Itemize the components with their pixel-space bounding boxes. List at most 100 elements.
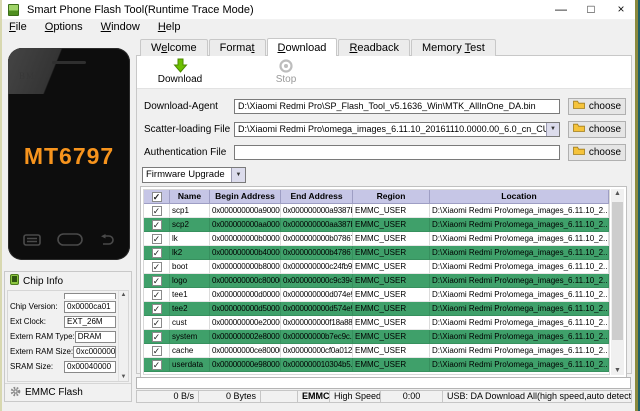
chip-field-label: SRAM Size: — [10, 362, 54, 371]
chip-info-scrollbar[interactable]: ▲ ▼ — [118, 291, 128, 381]
location-cell: D:\Xiaomi Redmi Pro\omega_images_6.11.10… — [430, 246, 609, 260]
folder-icon — [572, 100, 585, 112]
window-left-edge — [0, 0, 2, 411]
begin-address-cell: 0x000000000d500000 — [210, 302, 281, 316]
scroll-up-icon[interactable]: ▲ — [611, 190, 624, 197]
checkbox-cell: ✓ — [144, 218, 170, 232]
column-header-End Address[interactable]: End Address — [281, 190, 353, 204]
home-icon — [57, 233, 83, 251]
table-body: ✓ scp1 0x000000000a900000 0x000000000a93… — [144, 204, 609, 372]
partition-row-tee1[interactable]: ✓ tee1 0x000000000d000000 0x000000000d07… — [144, 288, 609, 302]
name-cell: boot — [170, 260, 210, 274]
name-cell: logo — [170, 274, 210, 288]
location-cell: D:\Xiaomi Redmi Pro\omega_images_6.11.10… — [430, 344, 609, 358]
partition-row-scp1[interactable]: ✓ scp1 0x000000000a900000 0x000000000a93… — [144, 204, 609, 218]
scatter-loading-file-choose-button[interactable]: choose — [568, 120, 626, 138]
partition-row-cust[interactable]: ✓ cust 0x000000000e200000 0x000000000f18… — [144, 316, 609, 330]
scroll-down-icon[interactable]: ▼ — [611, 367, 624, 374]
download-agent-input[interactable]: D:\Xiaomi Redmi Pro\SP_Flash_Tool_v5.163… — [234, 98, 560, 114]
chip-model-label: MT6797 — [23, 143, 115, 169]
chevron-down-icon[interactable]: ▼ — [231, 168, 245, 182]
row-checkbox[interactable]: ✓ — [151, 317, 162, 328]
begin-address-cell: 0x000000000e200000 — [210, 316, 281, 330]
row-checkbox[interactable]: ✓ — [151, 233, 162, 244]
partition-row-cache[interactable]: ✓ cache 0x00000000ce800000 0x00000000cf0… — [144, 344, 609, 358]
row-checkbox[interactable]: ✓ — [151, 275, 162, 286]
partition-row-lk2[interactable]: ✓ lk2 0x000000000b400000 0x000000000b478… — [144, 246, 609, 260]
name-cell: lk — [170, 232, 210, 246]
download-mode-select[interactable]: Firmware Upgrade ▼ — [142, 167, 246, 183]
menu-window[interactable]: Window — [92, 20, 149, 35]
tab-welcome[interactable]: Welcome — [140, 39, 208, 56]
close-button[interactable]: × — [606, 0, 636, 20]
authentication-file-choose-button[interactable]: choose — [568, 143, 626, 161]
region-cell: EMMC_USER — [353, 204, 430, 218]
recents-icon — [23, 233, 41, 251]
location-cell: D:\Xiaomi Redmi Pro\omega_images_6.11.10… — [430, 316, 609, 330]
tab-readback[interactable]: Readback — [338, 39, 410, 56]
row-checkbox[interactable]: ✓ — [151, 345, 162, 356]
tab-memory-test[interactable]: Memory Test — [410, 39, 496, 56]
chip-field-value: 0x00040000 — [64, 360, 116, 373]
chip-field-value: DRAM — [74, 330, 116, 343]
location-cell: D:\Xiaomi Redmi Pro\omega_images_6.11.10… — [430, 260, 609, 274]
tab-format[interactable]: Format — [208, 39, 266, 56]
partition-row-lk[interactable]: ✓ lk 0x000000000b000000 0x000000000b0786… — [144, 232, 609, 246]
stop-button-label: Stop — [275, 74, 297, 85]
authentication-file-label: Authentication File — [144, 146, 227, 158]
location-cell: D:\Xiaomi Redmi Pro\omega_images_6.11.10… — [430, 302, 609, 316]
column-header-Begin Address[interactable]: Begin Address — [210, 190, 281, 204]
partition-row-system[interactable]: ✓ system 0x000000002e800000 0x00000000b7… — [144, 330, 609, 344]
partition-row-boot[interactable]: ✓ boot 0x000000000b800000 0x000000000c24… — [144, 260, 609, 274]
partition-row-logo[interactable]: ✓ logo 0x000000000c800000 0x000000000c9c… — [144, 274, 609, 288]
row-checkbox[interactable]: ✓ — [151, 303, 162, 314]
checkbox-cell: ✓ — [144, 316, 170, 330]
column-header-check[interactable]: ✓ — [144, 190, 170, 204]
checkbox-cell: ✓ — [144, 204, 170, 218]
row-checkbox[interactable]: ✓ — [151, 289, 162, 300]
field-row-authentication-file: Authentication File choose — [144, 143, 626, 161]
gear-icon — [10, 386, 21, 400]
select-all-checkbox[interactable]: ✓ — [151, 191, 162, 202]
row-checkbox[interactable]: ✓ — [151, 205, 162, 216]
stop-button[interactable]: Stop — [251, 58, 321, 85]
region-cell: EMMC_USER — [353, 274, 430, 288]
region-cell: EMMC_USER — [353, 316, 430, 330]
chip-field-row — [10, 291, 116, 299]
field-row-download-agent: Download-Agent D:\Xiaomi Redmi Pro\SP_Fl… — [144, 97, 626, 115]
begin-address-cell: 0x000000000b000000 — [210, 232, 281, 246]
chip-field-row: Chip Version: 0x0000ca01 — [10, 299, 116, 314]
authentication-file-input[interactable] — [234, 144, 560, 160]
tab-download[interactable]: Download — [266, 38, 338, 56]
name-cell: cust — [170, 316, 210, 330]
row-checkbox[interactable]: ✓ — [151, 261, 162, 272]
scroll-up-icon[interactable]: ▲ — [119, 292, 128, 298]
column-header-Region[interactable]: Region — [353, 190, 430, 204]
menu-options[interactable]: Options — [36, 20, 92, 35]
column-header-Location[interactable]: Location — [430, 190, 609, 204]
app-icon — [8, 3, 19, 16]
partition-row-tee2[interactable]: ✓ tee2 0x000000000d500000 0x000000000d57… — [144, 302, 609, 316]
scatter-loading-file-input[interactable]: D:\Xiaomi Redmi Pro\omega_images_6.11.10… — [234, 121, 560, 137]
menu-file[interactable]: File — [0, 20, 36, 35]
end-address-cell: 0x000000000a9387bf — [281, 204, 353, 218]
partition-row-userdata[interactable]: ✓ userdata 0x00000000e9800000 0x00000001… — [144, 358, 609, 372]
minimize-button[interactable]: — — [546, 0, 576, 20]
scroll-down-icon[interactable]: ▼ — [119, 374, 128, 380]
column-header-Name[interactable]: Name — [170, 190, 210, 204]
chevron-down-icon[interactable]: ▼ — [546, 122, 559, 136]
menu-help[interactable]: Help — [149, 20, 190, 35]
table-scrollbar[interactable]: ▲ ▼ — [611, 189, 624, 375]
row-checkbox[interactable]: ✓ — [151, 219, 162, 230]
download-agent-choose-button[interactable]: choose — [568, 97, 626, 115]
scrollbar-thumb[interactable] — [612, 202, 623, 340]
maximize-button[interactable]: □ — [576, 0, 606, 20]
row-checkbox[interactable]: ✓ — [151, 331, 162, 342]
end-address-cell: 0x000000000b47867f — [281, 246, 353, 260]
partition-row-scp2[interactable]: ✓ scp2 0x000000000aa00000 0x000000000aa3… — [144, 218, 609, 232]
row-checkbox[interactable]: ✓ — [151, 359, 162, 370]
download-button[interactable]: Download — [145, 58, 215, 85]
begin-address-cell: 0x000000002e800000 — [210, 330, 281, 344]
chip-field-value — [64, 293, 116, 299]
row-checkbox[interactable]: ✓ — [151, 247, 162, 258]
